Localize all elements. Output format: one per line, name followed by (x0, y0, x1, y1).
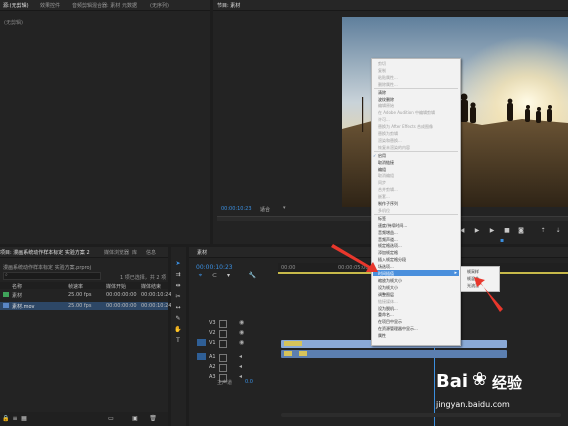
arrow-to-menu-item (331, 244, 378, 272)
watermark-brand2: 经验 (492, 374, 523, 392)
paw-icon: ❀ (472, 369, 488, 390)
baidu-watermark: Bai ❀ 经验 jingyan.baidu.com (436, 369, 566, 421)
watermark-url: jingyan.baidu.com (436, 400, 510, 409)
arrow-to-submenu-item (474, 277, 503, 312)
watermark-brand: Bai (436, 371, 469, 392)
annotation-arrows (331, 244, 503, 312)
